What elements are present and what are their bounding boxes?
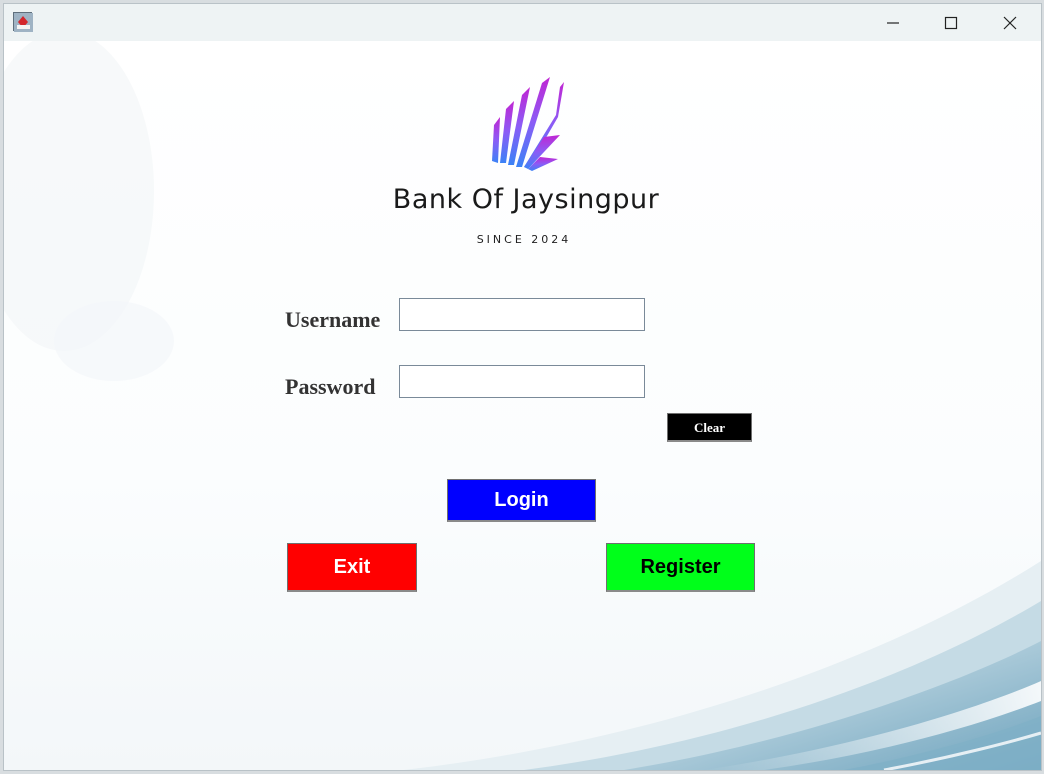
- exit-button[interactable]: Exit: [287, 543, 417, 592]
- username-label: Username: [285, 307, 381, 332]
- close-button[interactable]: [981, 4, 1039, 41]
- minimize-button[interactable]: [864, 4, 922, 41]
- password-label: Password: [285, 374, 376, 399]
- login-button[interactable]: Login: [447, 479, 596, 522]
- username-input[interactable]: [399, 298, 645, 331]
- password-input[interactable]: [399, 365, 645, 398]
- maximize-button[interactable]: [922, 4, 980, 41]
- java-app-icon: [13, 12, 33, 32]
- login-panel: Bank Of Jaysingpur SINCE 2024 Username P…: [4, 41, 1041, 770]
- login-window: Bank Of Jaysingpur SINCE 2024 Username P…: [3, 3, 1042, 771]
- bank-logo-icon: [492, 77, 564, 171]
- minimize-icon: [887, 22, 899, 24]
- maximize-icon: [944, 16, 958, 30]
- bank-tagline: SINCE 2024: [476, 233, 572, 246]
- bank-name: Bank Of Jaysingpur: [392, 184, 660, 215]
- clear-button[interactable]: Clear: [667, 413, 752, 442]
- close-icon: [1003, 16, 1017, 30]
- title-bar[interactable]: [4, 4, 1041, 41]
- register-button[interactable]: Register: [606, 543, 755, 592]
